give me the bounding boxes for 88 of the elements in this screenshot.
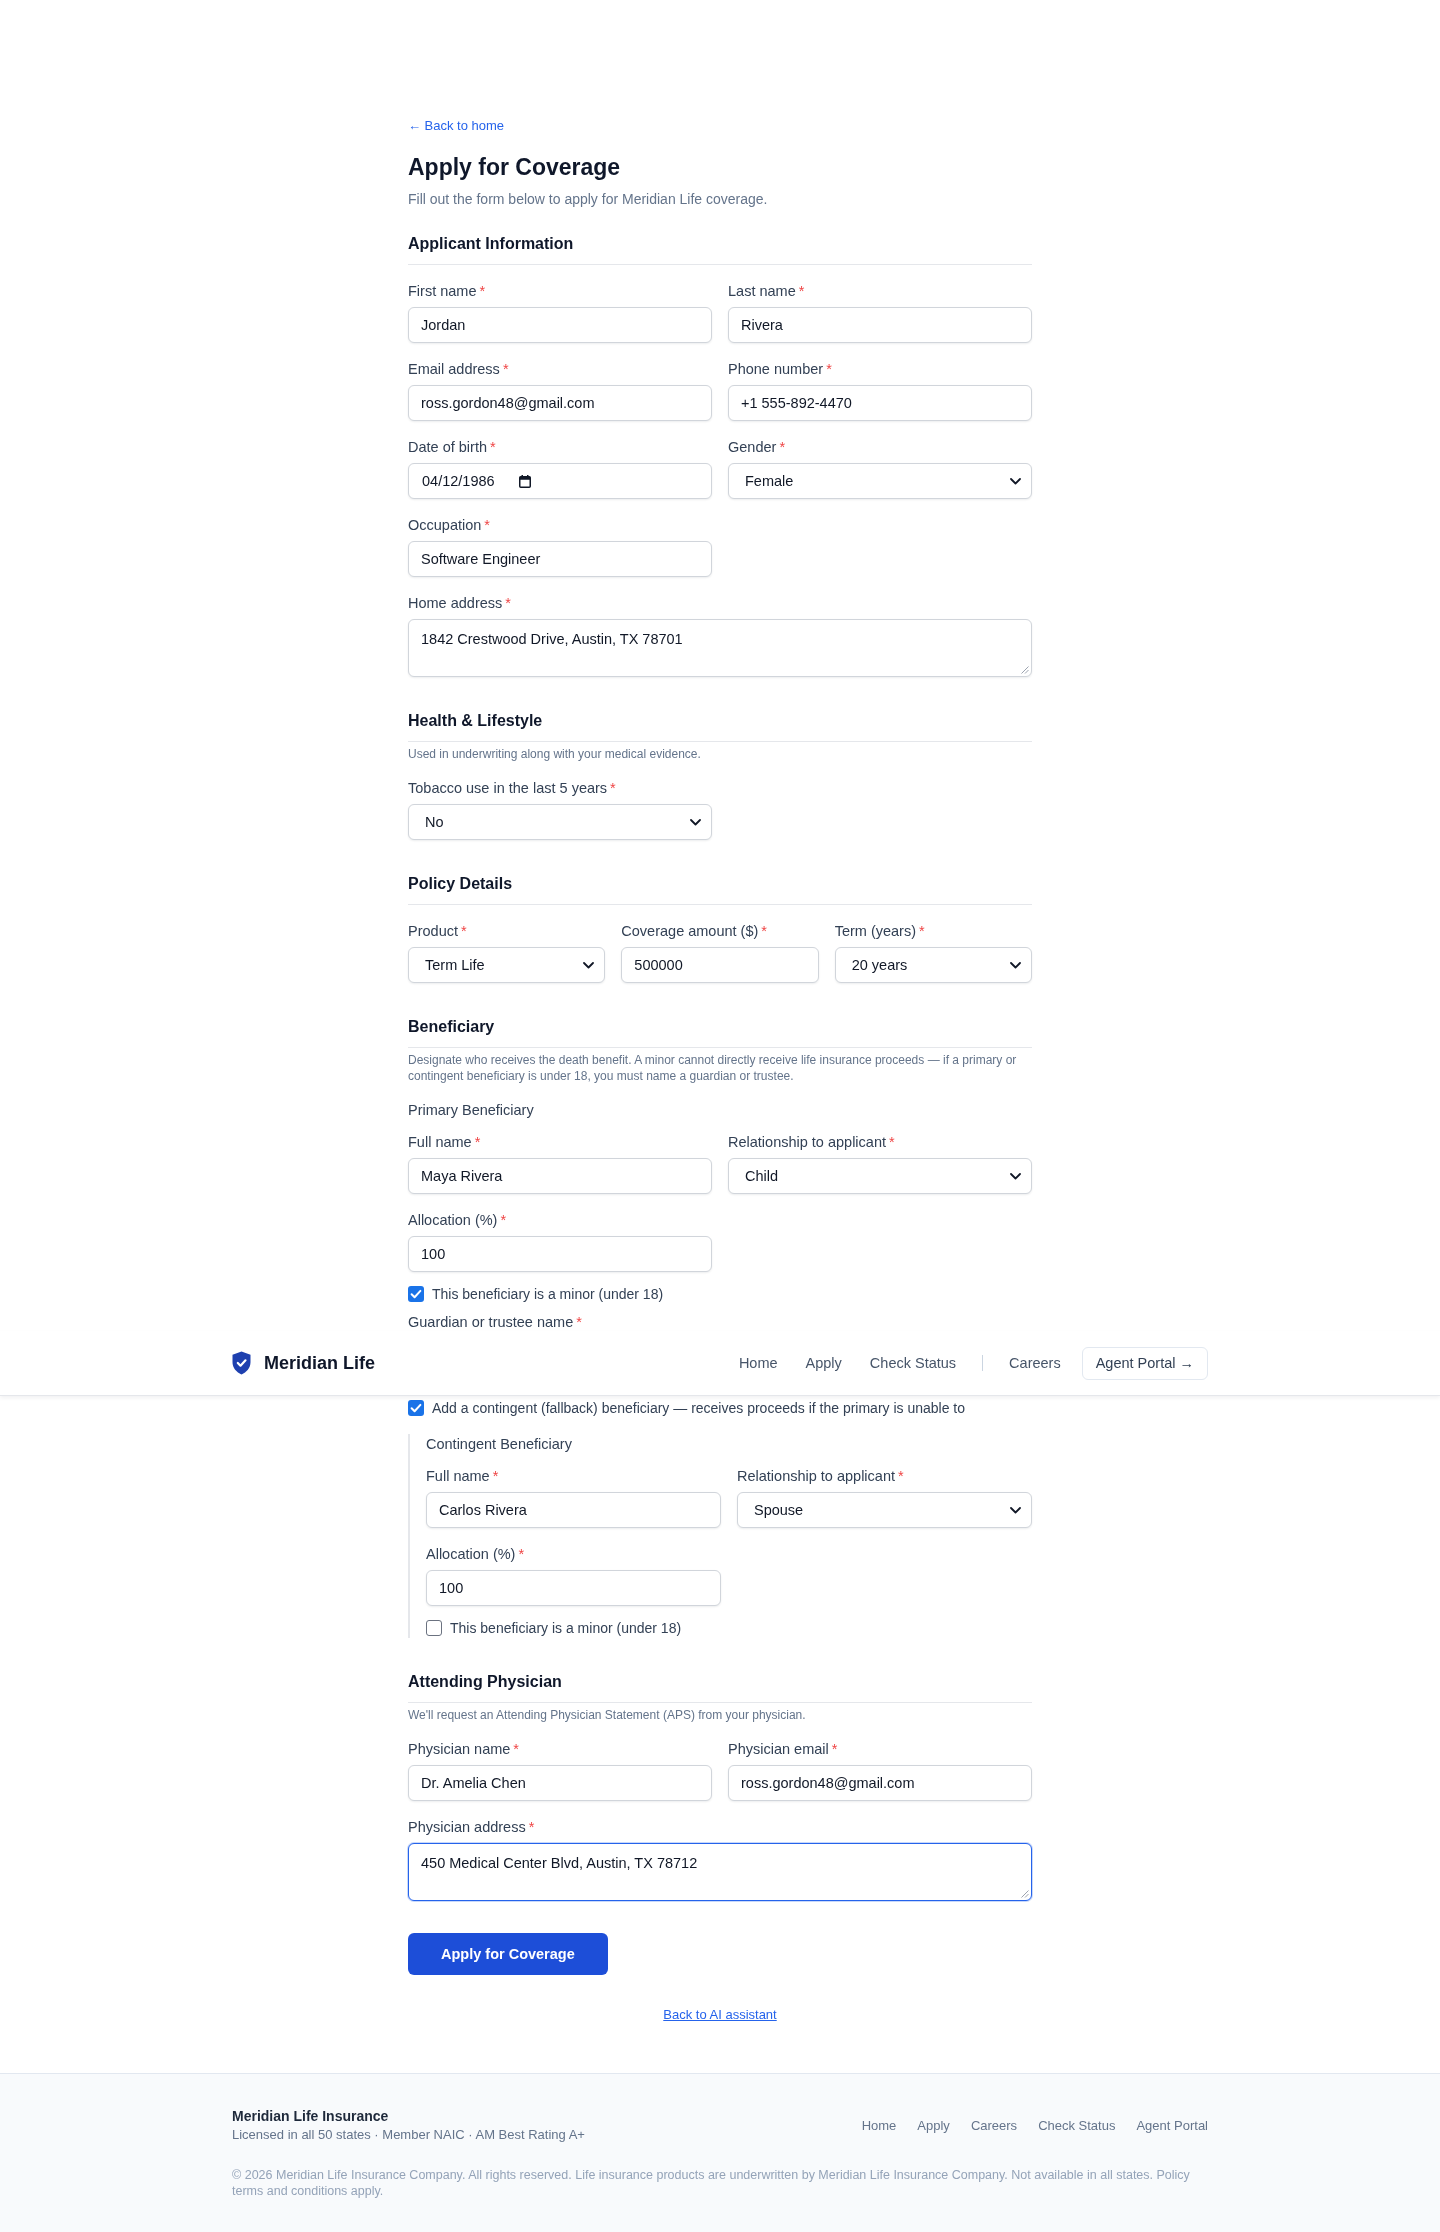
footer-link[interactable]: Careers — [970, 2117, 1018, 2133]
submit-button[interactable]: Apply for Coverage — [408, 1933, 608, 1975]
back-link[interactable]: ← Back to home — [408, 117, 505, 135]
footer-link[interactable]: Home — [861, 2117, 897, 2133]
field-label: Term (years) * — [834, 922, 925, 941]
section-hint: Designate who receives the death benefit. A minor cannot directly receive life insurance proceeds — if a primary or contingent beneficiary is under 18, you must name a guardian or trustee. — [408, 1052, 1018, 1084]
chevron-down-icon — [690, 818, 701, 826]
select-field[interactable]: Spouse — [737, 1492, 1032, 1528]
subsection-title: Primary Beneficiary — [408, 1101, 534, 1120]
footer-link[interactable]: Check Status — [1038, 2117, 1116, 2133]
text-input[interactable]: ross.gordon48@gmail.com — [728, 1765, 1032, 1801]
section-hint: We'll request an Attending Physician Statement (APS) from your physician. — [408, 1707, 807, 1723]
field-label: Physician email * — [728, 1740, 838, 1759]
footer-title: Meridian Life Insurance — [232, 2107, 390, 2126]
field-label: Last name * — [728, 282, 805, 301]
checkbox[interactable] — [408, 1400, 424, 1416]
field-label: Home address * — [408, 594, 511, 613]
text-input[interactable]: Carlos Rivera — [426, 1492, 721, 1528]
section-heading: Policy Details — [408, 872, 1032, 905]
text-input[interactable]: ross.gordon48@gmail.com — [408, 385, 712, 421]
chevron-down-icon — [1010, 1172, 1021, 1180]
select-field[interactable]: Term Life — [408, 947, 606, 983]
field-label: Coverage amount ($) * — [621, 922, 767, 941]
textarea-field[interactable]: 1842 Crestwood Drive, Austin, TX 78701 — [408, 619, 1032, 677]
resize-grip-icon — [1021, 1890, 1029, 1898]
agent-portal-button[interactable]: Agent Portal → — [1081, 1346, 1208, 1380]
date-input[interactable]: 04/12/1986 — [408, 463, 712, 499]
select-field[interactable]: Child — [728, 1158, 1032, 1194]
chevron-down-icon — [1010, 477, 1021, 485]
text-input[interactable]: Dr. Amelia Chen — [408, 1765, 712, 1801]
chevron-down-icon — [1010, 1506, 1021, 1514]
field-label: Tobacco use in the last 5 years * — [408, 779, 616, 798]
field-label: Physician address * — [408, 1818, 535, 1837]
nav-link[interactable]: Apply — [805, 1355, 842, 1371]
section-hint: Used in underwriting along with your medical evidence. — [408, 746, 702, 762]
field-label: Email address * — [408, 360, 509, 379]
section-heading: Applicant Information — [408, 232, 1032, 265]
page-title: Apply for Coverage — [408, 153, 622, 182]
textarea-field[interactable]: 450 Medical Center Blvd, Austin, TX 78712 — [408, 1843, 1032, 1901]
field-label: Date of birth * — [408, 438, 496, 457]
field-label: Gender * — [728, 438, 786, 457]
checkbox[interactable] — [408, 1286, 424, 1302]
select-field[interactable]: No — [408, 804, 712, 840]
calendar-icon — [518, 474, 531, 488]
text-input[interactable]: +1 555-892-4470 — [728, 385, 1032, 421]
select-field[interactable]: 20 years — [834, 947, 1032, 983]
subsection-title: Contingent Beneficiary — [426, 1435, 572, 1454]
field-label: Occupation * — [408, 516, 490, 535]
nav-link[interactable]: Home — [738, 1355, 778, 1371]
page-subtitle: Fill out the form below to apply for Meridian Life coverage. — [408, 190, 769, 209]
chevron-down-icon — [1010, 961, 1021, 969]
field-label: First name * — [408, 282, 486, 301]
footer-tagline: Licensed in all 50 states · Member NAIC · AM Best Rating A+ — [232, 2126, 585, 2144]
nav-link[interactable]: Check Status — [869, 1355, 957, 1371]
text-input[interactable]: 100 — [426, 1570, 721, 1606]
field-label: Guardian or trustee name * — [408, 1313, 582, 1332]
resize-grip-icon — [1021, 666, 1029, 674]
section-heading: Attending Physician — [408, 1670, 1032, 1703]
field-label: Allocation (%) * — [426, 1545, 525, 1564]
checkbox-label: This beneficiary is a minor (under 18) — [432, 1285, 664, 1304]
section-heading: Beneficiary — [408, 1015, 1032, 1048]
field-label: Relationship to applicant * — [737, 1467, 904, 1486]
text-input[interactable]: 500000 — [621, 947, 819, 983]
shield-check-icon — [232, 1351, 251, 1375]
text-input[interactable]: 100 — [408, 1236, 712, 1272]
copyright-text: © 2026 Meridian Life Insurance Company. All rights reserved. Life insurance products are underwritten by Meridian Life Insurance Company. Not available in all states. Policy terms and conditions apply. — [232, 2167, 1191, 2199]
field-label: Full name * — [426, 1467, 499, 1486]
checkbox-label: This beneficiary is a minor (under 18) — [450, 1619, 682, 1638]
field-label: Full name * — [408, 1133, 481, 1152]
text-input[interactable]: Software Engineer — [408, 541, 712, 577]
chevron-down-icon — [583, 961, 595, 969]
field-label: Product * — [408, 922, 467, 941]
field-label: Relationship to applicant * — [728, 1133, 895, 1152]
section-heading: Health & Lifestyle — [408, 709, 1032, 742]
text-input[interactable]: Rivera — [728, 307, 1032, 343]
nav-link[interactable]: Careers — [1009, 1355, 1061, 1371]
select-field[interactable]: Female — [728, 463, 1032, 499]
field-label: Physician name * — [408, 1740, 519, 1759]
field-label: Allocation (%) * — [408, 1211, 507, 1230]
brand-name[interactable]: Meridian Life — [264, 1352, 375, 1374]
text-input[interactable]: Maya Rivera — [408, 1158, 712, 1194]
field-label: Phone number * — [728, 360, 832, 379]
checkbox-label: Add a contingent (fallback) beneficiary — receives proceeds if the primary is unable to — [432, 1399, 966, 1418]
footer-link[interactable]: Apply — [917, 2117, 950, 2133]
checkbox[interactable] — [426, 1620, 442, 1636]
footer-link[interactable]: Agent Portal — [1136, 2117, 1208, 2133]
text-input[interactable]: Jordan — [408, 307, 712, 343]
assistant-link[interactable]: Back to AI assistant — [663, 2007, 777, 2022]
